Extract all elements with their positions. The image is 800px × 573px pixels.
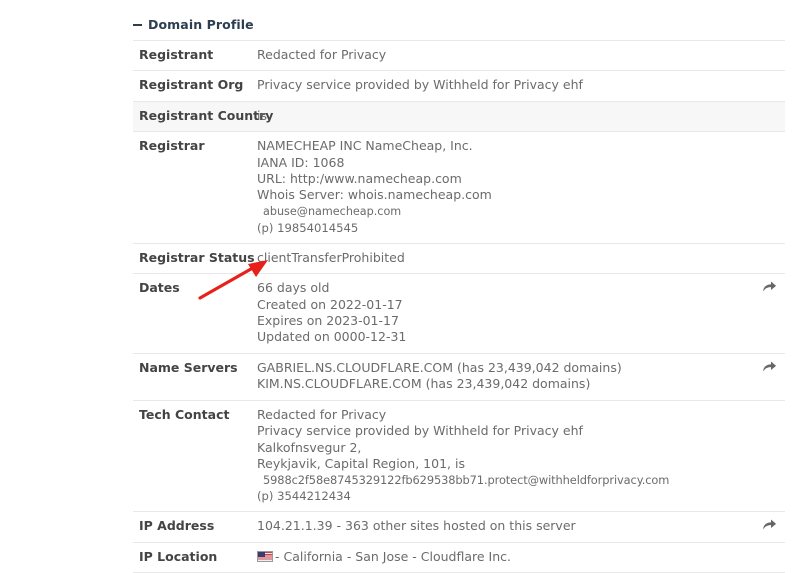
value-line: Updated on 0000-12-31 — [257, 329, 407, 345]
section-title: Domain Profile — [148, 17, 254, 32]
row-value: Privacy service provided by Withheld for… — [257, 70, 743, 102]
row-action — [743, 511, 785, 543]
table-row: Registrar Status clientTransferProhibited — [133, 242, 785, 275]
value-line: Kalkofnsvegur 2, — [257, 439, 362, 455]
domain-profile-page: Domain Profile Registrant Redacted for Pr… — [0, 0, 800, 573]
row-label: Registrar Status — [133, 242, 257, 275]
value-line: Created on 2022-01-17 — [257, 296, 403, 312]
value-line: - California - San Jose - Cloudflare Inc… — [257, 549, 739, 565]
table-row: Registrar NAMECHEAP INC NameCheap, Inc. IA… — [133, 131, 785, 244]
row-action — [743, 352, 785, 401]
table-row: IP Address 104.21.1.39 - 363 other sites … — [133, 511, 785, 543]
value-line: IANA ID: 1068 — [257, 154, 345, 170]
share-arrow-icon[interactable] — [762, 280, 777, 294]
row-action — [743, 39, 785, 72]
value-line: 104.21.1.39 - 363 other sites hosted on … — [257, 518, 576, 534]
row-action — [743, 273, 785, 354]
row-action — [743, 399, 785, 513]
value-line: Reykjavik, Capital Region, 101, is — [257, 455, 465, 471]
value-line: URL: http:/www.namecheap.com — [257, 171, 462, 187]
row-value: NAMECHEAP INC NameCheap, Inc. IANA ID: 10… — [257, 131, 743, 244]
table-row: IP Location - California - San Jose - Clo… — [133, 541, 785, 573]
row-label: IP Location — [133, 541, 257, 573]
row-action — [743, 131, 785, 244]
row-label: Registrant Country — [133, 100, 273, 133]
value-line: NAMECHEAP INC NameCheap, Inc. — [257, 138, 473, 154]
value-line: abuse@namecheap.com — [263, 204, 402, 218]
row-label: Name Servers — [133, 352, 257, 401]
value-line: Redacted for Privacy — [257, 47, 387, 62]
share-arrow-icon[interactable] — [762, 360, 777, 374]
table-row: Registrant Redacted for Privacy — [133, 39, 785, 72]
row-value: 104.21.1.39 - 363 other sites hosted on … — [257, 511, 743, 543]
row-label: Registrant — [133, 39, 257, 72]
domain-profile-section-header[interactable]: Domain Profile — [133, 17, 254, 32]
row-value: GABRIEL.NS.CLOUDFLARE.COM (has 23,439,04… — [257, 352, 743, 401]
value-line: Privacy service provided by Withheld for… — [257, 423, 583, 439]
table-row: Dates 66 days old Created on 2022-01-17 Exp… — [133, 273, 785, 354]
value-line: 5988c2f58e8745329122fb629538bb71.protect… — [263, 473, 670, 488]
row-value: - California - San Jose - Cloudflare Inc… — [257, 541, 743, 573]
row-action — [743, 100, 785, 133]
share-arrow-icon[interactable] — [762, 518, 777, 532]
value-line: Whois Server: whois.namecheap.com — [257, 187, 492, 203]
value-line: clientTransferProhibited — [257, 249, 405, 265]
row-value: Redacted for Privacy Privacy service prov… — [257, 399, 743, 513]
row-action — [743, 242, 785, 275]
value-line: GABRIEL.NS.CLOUDFLARE.COM (has 23,439,04… — [257, 359, 622, 375]
value-line: is — [257, 107, 267, 123]
value-line: (p) 3544212434 — [257, 489, 351, 504]
table-row: Registrant Country is — [133, 100, 785, 133]
domain-profile-table-body: Registrant Redacted for Privacy Registrant… — [133, 39, 785, 573]
value-line: (p) 19854014545 — [257, 220, 359, 235]
domain-profile-table: Registrant Redacted for Privacy Registrant… — [133, 39, 785, 573]
row-label: Registrant Org — [133, 70, 257, 102]
row-label: IP Address — [133, 511, 257, 543]
table-row: Name Servers GABRIEL.NS.CLOUDFLARE.COM (h… — [133, 352, 785, 401]
value-text: - California - San Jose - Cloudflare Inc… — [275, 548, 512, 564]
value-line: Expires on 2023-01-17 — [257, 313, 399, 329]
row-action — [743, 541, 785, 573]
row-label: Tech Contact — [133, 399, 257, 513]
minus-icon[interactable] — [133, 24, 142, 26]
row-value: is — [257, 100, 743, 133]
row-value: Redacted for Privacy — [257, 39, 743, 72]
value-line: Privacy service provided by Withheld for… — [257, 77, 583, 93]
row-value: clientTransferProhibited — [257, 242, 743, 275]
row-action — [743, 70, 785, 102]
us-flag-icon — [257, 550, 273, 562]
value-line: KIM.NS.CLOUDFLARE.COM (has 23,439,042 do… — [257, 376, 591, 392]
table-row: Registrant Org Privacy service provided b… — [133, 70, 785, 102]
value-line: Redacted for Privacy — [257, 406, 387, 422]
row-value: 66 days old Created on 2022-01-17 Expires … — [257, 273, 743, 354]
value-line: 66 days old — [257, 280, 330, 296]
row-label: Dates — [133, 273, 257, 354]
table-row: Tech Contact Redacted for Privacy Privacy … — [133, 399, 785, 513]
row-label: Registrar — [133, 131, 257, 244]
